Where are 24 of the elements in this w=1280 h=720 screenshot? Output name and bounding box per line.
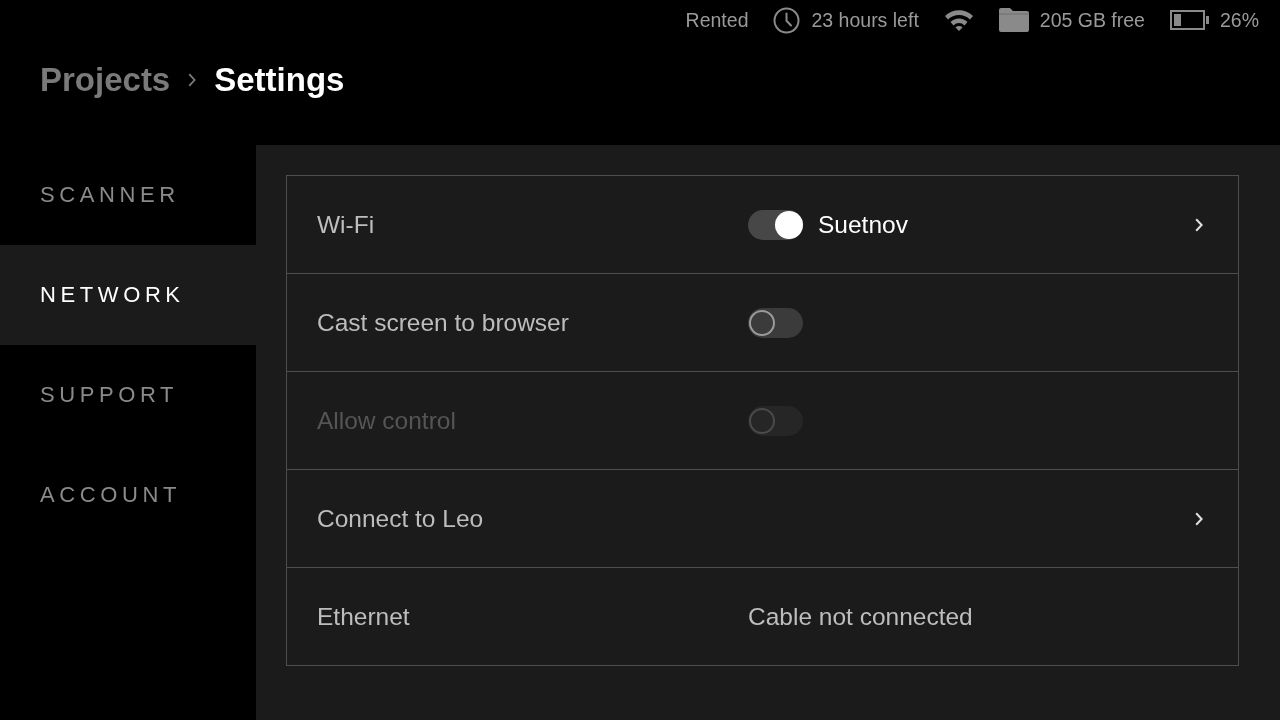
battery-icon	[1169, 10, 1209, 30]
toggle-switch[interactable]	[748, 307, 803, 338]
wifi-icon	[943, 9, 974, 31]
setting-label: Cast screen to browser	[317, 308, 569, 337]
page-title: Settings	[214, 61, 345, 99]
folder-icon	[998, 8, 1029, 32]
clock-icon	[773, 6, 801, 34]
breadcrumb-chevron-icon	[188, 73, 197, 87]
sidebar-tab[interactable]: NETWORK	[0, 245, 256, 345]
sidebar-tab[interactable]: SUPPORT	[0, 345, 256, 445]
battery-percent: 26%	[1219, 8, 1259, 32]
breadcrumb-link[interactable]: Projects	[40, 61, 171, 99]
toggle-switch[interactable]	[748, 209, 803, 240]
setting-label: Connect to Leo	[317, 504, 484, 533]
sidebar-tab[interactable]: SCANNER	[0, 145, 256, 245]
time-left-text: 23 hours left	[811, 8, 919, 32]
setting-label: Ethernet	[317, 602, 410, 631]
sidebar-tab[interactable]: ACCOUNT	[0, 445, 256, 545]
setting-label: Allow control	[317, 406, 456, 435]
rental-status: Rented	[685, 8, 749, 32]
network-name: Suetnov	[818, 210, 908, 239]
storage-free-text: 205 GB free	[1039, 8, 1145, 32]
status-value: Cable not connected	[748, 602, 973, 631]
setting-label: Wi-Fi	[317, 210, 375, 239]
